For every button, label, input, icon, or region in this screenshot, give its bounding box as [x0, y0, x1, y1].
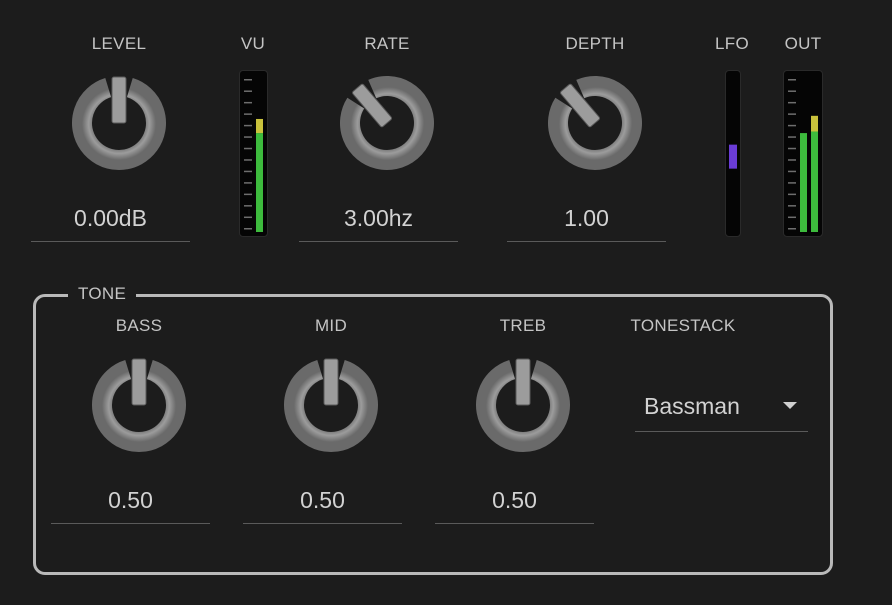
treb-value[interactable]: 0.50 — [435, 487, 594, 514]
meter-tick — [244, 228, 252, 230]
meter-tick — [244, 90, 252, 92]
meter-tick — [244, 216, 252, 219]
out-meter — [783, 70, 823, 237]
meter-tick — [244, 182, 252, 184]
lfo-label: LFO — [715, 34, 749, 53]
vu-label: VU — [240, 34, 266, 53]
meter-tick — [788, 182, 796, 184]
meter-tick — [244, 170, 252, 173]
depth-value-underline — [507, 241, 666, 242]
bass-label: BASS — [115, 316, 163, 335]
level-value-underline — [31, 241, 190, 242]
bass-value[interactable]: 0.50 — [51, 487, 210, 514]
meter-tick — [788, 216, 796, 219]
meter-tick — [244, 136, 252, 138]
tonestack-selected-value: Bassman — [644, 393, 740, 419]
tonestack-select[interactable]: Bassman — [635, 385, 808, 432]
treb-label: TREB — [499, 316, 547, 335]
bass-value-underline — [51, 523, 210, 524]
meter-tick — [788, 228, 796, 230]
dropdown-arrow-icon[interactable] — [783, 402, 797, 409]
depth-value[interactable]: 1.00 — [507, 205, 666, 232]
treb-value-underline — [435, 523, 594, 524]
meter-tick — [788, 101, 796, 104]
meter-tick — [244, 205, 252, 207]
meter-tick — [788, 79, 796, 81]
mid-knob[interactable] — [283, 357, 379, 453]
meter-tick — [788, 136, 796, 138]
mid-value[interactable]: 0.50 — [243, 487, 402, 514]
meter-tick — [244, 113, 252, 115]
out-left-level-bar — [800, 133, 807, 232]
rate-value[interactable]: 3.00hz — [299, 205, 458, 232]
rate-value-underline — [299, 241, 458, 242]
out-peak-segment — [811, 115, 818, 132]
bass-knob[interactable] — [91, 357, 187, 453]
depth-label: DEPTH — [565, 34, 625, 53]
meter-tick — [788, 147, 796, 150]
meter-tick — [244, 124, 252, 127]
meter-tick — [244, 79, 252, 81]
tonestack-label: TONESTACK — [630, 316, 736, 335]
mid-label: MID — [314, 316, 348, 335]
lfo-meter — [725, 70, 741, 237]
meter-tick — [788, 113, 796, 115]
meter-tick — [244, 147, 252, 150]
tone-group-title: TONE — [68, 284, 137, 304]
rate-knob[interactable] — [339, 75, 435, 171]
out-label: OUT — [784, 34, 822, 53]
depth-knob[interactable] — [547, 75, 643, 171]
meter-tick — [788, 193, 796, 196]
level-value[interactable]: 0.00dB — [31, 205, 190, 232]
vu-meter — [239, 70, 268, 237]
treb-knob[interactable] — [475, 357, 571, 453]
lfo-indicator — [729, 144, 737, 169]
meter-tick — [788, 205, 796, 207]
vu-peak-segment — [256, 118, 263, 134]
level-knob[interactable] — [71, 75, 167, 171]
meter-tick — [244, 101, 252, 104]
mid-value-underline — [243, 523, 402, 524]
meter-tick — [788, 170, 796, 173]
out-right-level-bar — [811, 131, 818, 232]
meter-tick — [788, 124, 796, 127]
meter-tick — [244, 193, 252, 196]
level-label: LEVEL — [91, 34, 147, 53]
rate-label: RATE — [364, 34, 410, 53]
vu-level-bar — [256, 133, 263, 232]
meter-tick — [244, 159, 252, 161]
meter-tick — [788, 159, 796, 161]
meter-tick — [788, 90, 796, 92]
